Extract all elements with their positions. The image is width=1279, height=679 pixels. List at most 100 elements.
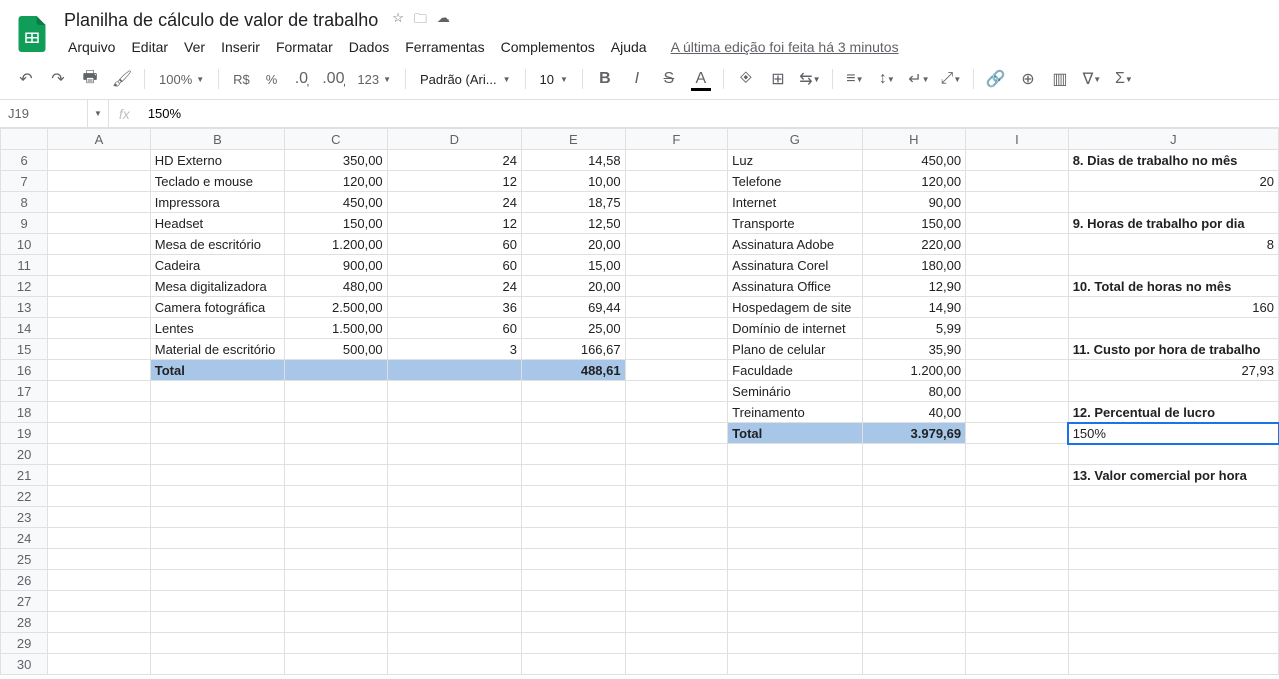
font-size-select[interactable]: 10▼ — [534, 72, 574, 87]
col-header-J[interactable]: J — [1068, 129, 1278, 150]
cell-E30[interactable] — [522, 654, 626, 675]
cell-G23[interactable] — [728, 507, 862, 528]
cell-F14[interactable] — [625, 318, 728, 339]
cell-I29[interactable] — [966, 633, 1069, 654]
cell-A15[interactable] — [48, 339, 151, 360]
cell-A13[interactable] — [48, 297, 151, 318]
cell-B8[interactable]: Impressora — [150, 192, 284, 213]
cell-H29[interactable] — [862, 633, 966, 654]
cell-G22[interactable] — [728, 486, 862, 507]
row-header-24[interactable]: 24 — [1, 528, 48, 549]
cell-E26[interactable] — [522, 570, 626, 591]
cell-C6[interactable]: 350,00 — [285, 150, 388, 171]
cell-F29[interactable] — [625, 633, 728, 654]
cell-C14[interactable]: 1.500,00 — [285, 318, 388, 339]
menu-editar[interactable]: Editar — [123, 35, 176, 59]
cell-B28[interactable] — [150, 612, 284, 633]
cell-D28[interactable] — [387, 612, 521, 633]
redo-icon[interactable]: ↷ — [44, 65, 72, 93]
cell-H21[interactable] — [862, 465, 966, 486]
cell-H24[interactable] — [862, 528, 966, 549]
link-icon[interactable]: 🔗 — [982, 65, 1010, 93]
cell-G9[interactable]: Transporte — [728, 213, 862, 234]
cell-J30[interactable] — [1068, 654, 1278, 675]
row-header-7[interactable]: 7 — [1, 171, 48, 192]
cell-A16[interactable] — [48, 360, 151, 381]
row-header-18[interactable]: 18 — [1, 402, 48, 423]
cell-E28[interactable] — [522, 612, 626, 633]
cell-G15[interactable]: Plano de celular — [728, 339, 862, 360]
cell-D27[interactable] — [387, 591, 521, 612]
cell-H20[interactable] — [862, 444, 966, 465]
cell-E29[interactable] — [522, 633, 626, 654]
cell-G16[interactable]: Faculdade — [728, 360, 862, 381]
cell-C10[interactable]: 1.200,00 — [285, 234, 388, 255]
cell-C15[interactable]: 500,00 — [285, 339, 388, 360]
row-header-25[interactable]: 25 — [1, 549, 48, 570]
cell-D30[interactable] — [387, 654, 521, 675]
currency-button[interactable]: R$ — [227, 72, 256, 87]
select-all-corner[interactable] — [1, 129, 48, 150]
cell-G29[interactable] — [728, 633, 862, 654]
cell-B30[interactable] — [150, 654, 284, 675]
cell-E7[interactable]: 10,00 — [522, 171, 626, 192]
cell-F20[interactable] — [625, 444, 728, 465]
row-header-23[interactable]: 23 — [1, 507, 48, 528]
cell-E20[interactable] — [522, 444, 626, 465]
cell-B14[interactable]: Lentes — [150, 318, 284, 339]
move-icon[interactable]: 🗀 — [414, 10, 427, 32]
cell-C27[interactable] — [285, 591, 388, 612]
cell-A18[interactable] — [48, 402, 151, 423]
cell-E24[interactable] — [522, 528, 626, 549]
italic-icon[interactable]: I — [623, 65, 651, 93]
cell-I7[interactable] — [966, 171, 1069, 192]
undo-icon[interactable]: ↶ — [12, 65, 40, 93]
cell-C30[interactable] — [285, 654, 388, 675]
row-header-29[interactable]: 29 — [1, 633, 48, 654]
cell-D16[interactable] — [387, 360, 521, 381]
cell-E23[interactable] — [522, 507, 626, 528]
spreadsheet-grid[interactable]: ABCDEFGHIJ6HD Externo350,002414,58Luz450… — [0, 128, 1279, 677]
row-header-8[interactable]: 8 — [1, 192, 48, 213]
cell-E27[interactable] — [522, 591, 626, 612]
cell-H10[interactable]: 220,00 — [862, 234, 966, 255]
cell-B16[interactable]: Total — [150, 360, 284, 381]
paint-format-icon[interactable]: 🖌 — [108, 65, 136, 93]
cell-C23[interactable] — [285, 507, 388, 528]
print-icon[interactable]: 🖶 — [76, 65, 104, 93]
cell-D24[interactable] — [387, 528, 521, 549]
cell-I12[interactable] — [966, 276, 1069, 297]
menu-ferramentas[interactable]: Ferramentas — [397, 35, 492, 59]
cell-H9[interactable]: 150,00 — [862, 213, 966, 234]
cell-F6[interactable] — [625, 150, 728, 171]
cell-F30[interactable] — [625, 654, 728, 675]
col-header-H[interactable]: H — [862, 129, 966, 150]
cell-D10[interactable]: 60 — [387, 234, 521, 255]
cell-D18[interactable] — [387, 402, 521, 423]
cell-J13[interactable]: 160 — [1068, 297, 1278, 318]
cell-I16[interactable] — [966, 360, 1069, 381]
percent-button[interactable]: % — [260, 72, 284, 87]
cell-F7[interactable] — [625, 171, 728, 192]
row-header-9[interactable]: 9 — [1, 213, 48, 234]
cell-J24[interactable] — [1068, 528, 1278, 549]
cell-I27[interactable] — [966, 591, 1069, 612]
cell-A9[interactable] — [48, 213, 151, 234]
cell-B12[interactable]: Mesa digitalizadora — [150, 276, 284, 297]
cell-I17[interactable] — [966, 381, 1069, 402]
cell-E17[interactable] — [522, 381, 626, 402]
cell-G26[interactable] — [728, 570, 862, 591]
cell-G21[interactable] — [728, 465, 862, 486]
cell-A14[interactable] — [48, 318, 151, 339]
cell-E22[interactable] — [522, 486, 626, 507]
cell-F9[interactable] — [625, 213, 728, 234]
cell-F27[interactable] — [625, 591, 728, 612]
name-box[interactable]: J19 — [0, 100, 88, 127]
cell-A8[interactable] — [48, 192, 151, 213]
cell-J19[interactable]: 150% — [1068, 423, 1278, 444]
cell-D13[interactable]: 36 — [387, 297, 521, 318]
zoom-select[interactable]: 100%▼ — [153, 72, 210, 87]
document-title[interactable]: Planilha de cálculo de valor de trabalho — [60, 8, 382, 33]
cell-G14[interactable]: Domínio de internet — [728, 318, 862, 339]
cell-A6[interactable] — [48, 150, 151, 171]
